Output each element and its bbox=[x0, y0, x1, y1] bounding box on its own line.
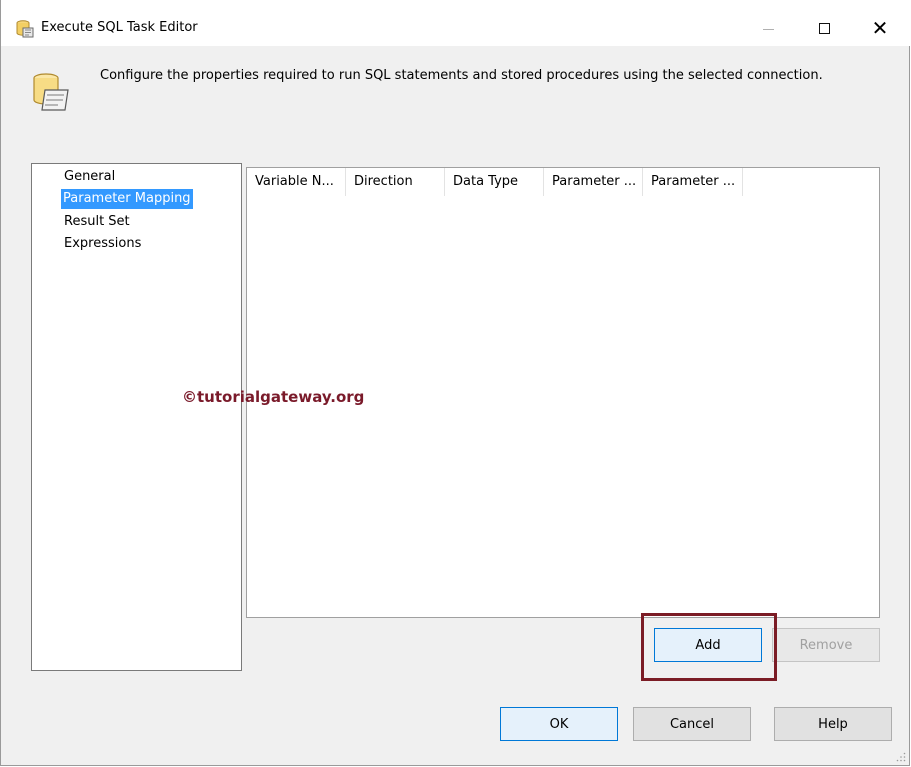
nav-item-result-set[interactable]: Result Set bbox=[62, 212, 132, 232]
column-header-data-type[interactable]: Data Type bbox=[445, 168, 544, 196]
nav-item-general[interactable]: General bbox=[62, 167, 117, 187]
close-button[interactable]: ✕ bbox=[857, 10, 903, 46]
column-header-direction[interactable]: Direction bbox=[346, 168, 445, 196]
minimize-icon bbox=[762, 28, 774, 30]
maximize-icon bbox=[818, 22, 830, 34]
maximize-button[interactable] bbox=[801, 10, 847, 46]
remove-button[interactable]: Remove bbox=[772, 628, 880, 662]
header-description: Configure the properties required to run… bbox=[100, 68, 823, 83]
nav-item-parameter-mapping[interactable]: Parameter Mapping bbox=[61, 189, 193, 209]
title-bar[interactable]: Execute SQL Task Editor ✕ bbox=[1, 0, 910, 46]
database-icon bbox=[33, 73, 69, 111]
column-header-variable-name[interactable]: Variable N... bbox=[247, 168, 346, 196]
close-icon: ✕ bbox=[871, 16, 889, 40]
execute-sql-task-editor-window: Execute SQL Task Editor ✕ Configure the … bbox=[0, 0, 910, 766]
app-icon bbox=[16, 20, 34, 38]
window-title: Execute SQL Task Editor bbox=[41, 20, 198, 35]
add-button-highlight bbox=[641, 613, 777, 681]
column-header-parameter-size[interactable]: Parameter ... bbox=[643, 168, 743, 196]
column-header-parameter-name[interactable]: Parameter ... bbox=[544, 168, 643, 196]
ok-button[interactable]: OK bbox=[500, 707, 618, 741]
resize-grip-icon[interactable] bbox=[896, 752, 906, 762]
nav-item-expressions[interactable]: Expressions bbox=[62, 234, 143, 254]
minimize-button[interactable] bbox=[745, 10, 791, 46]
help-button[interactable]: Help bbox=[774, 707, 892, 741]
cancel-button[interactable]: Cancel bbox=[633, 707, 751, 741]
watermark: ©tutorialgateway.org bbox=[182, 388, 365, 406]
